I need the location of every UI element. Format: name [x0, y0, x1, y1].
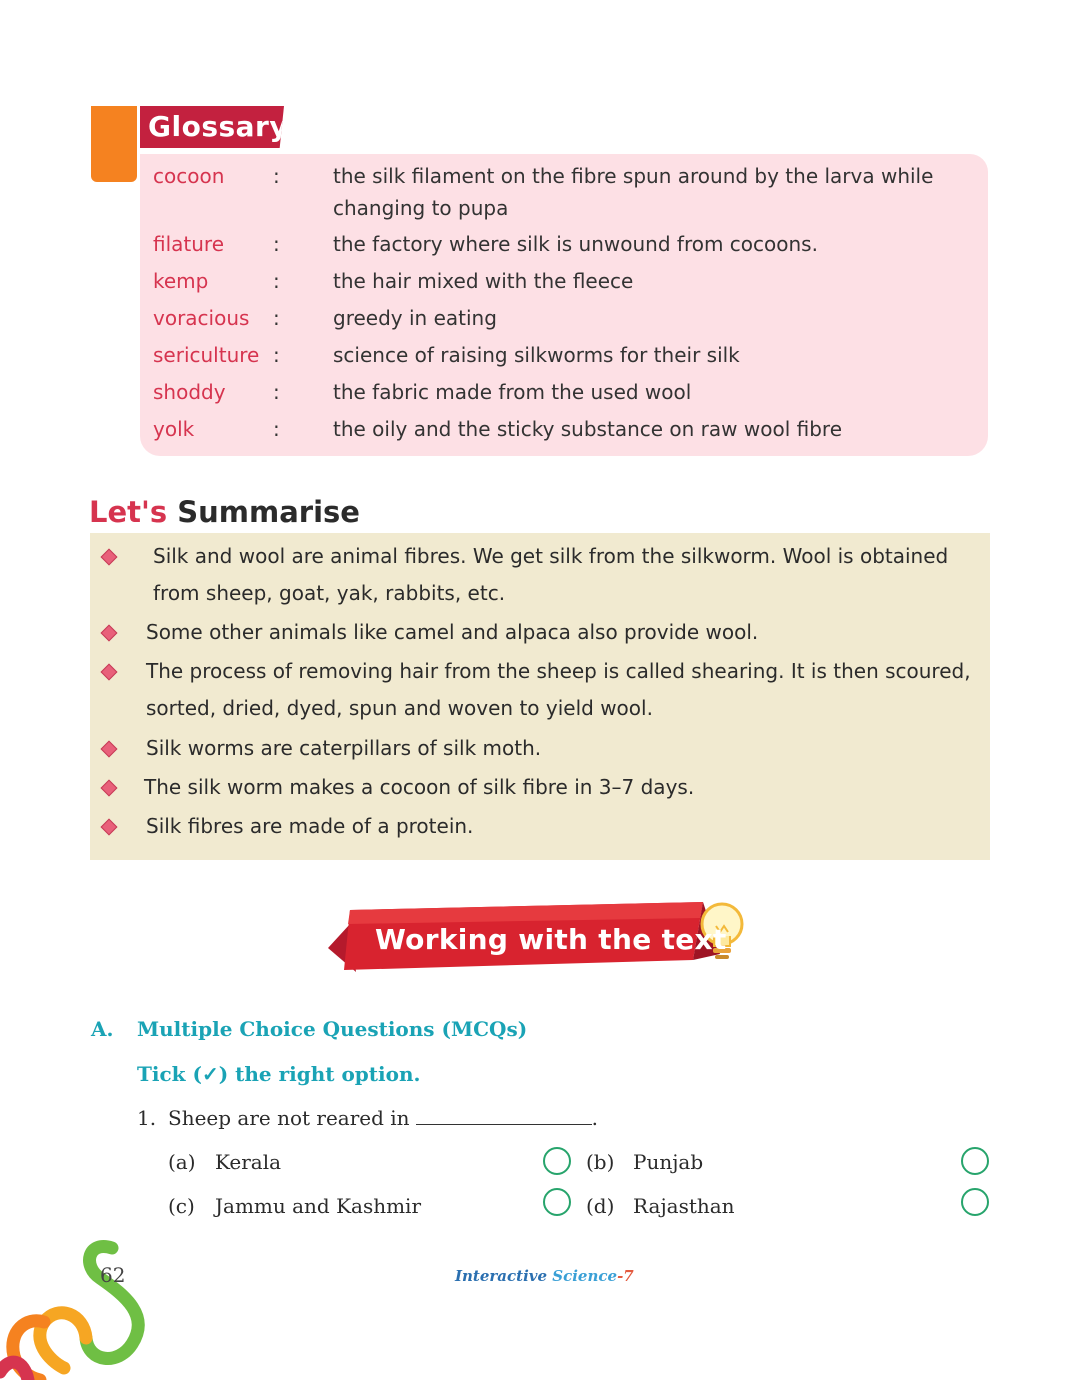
option-key: (d) — [586, 1194, 615, 1218]
answer-blank — [415, 1106, 592, 1125]
summary-point: Silk and wool are animal fibres. We get … — [153, 544, 949, 605]
summary-point: The process of removing hair from the sh… — [146, 659, 971, 720]
summary-heading-summarise: Summarise — [177, 495, 360, 529]
option-label: Kerala — [215, 1150, 282, 1174]
book-title-part2: Science — [547, 1267, 618, 1285]
option-label: Jammu and Kashmir — [215, 1194, 422, 1218]
question-stem: Sheep are not reared in — [168, 1106, 410, 1130]
glossary-term: shoddy — [153, 380, 226, 404]
summary-point: Silk fibres are made of a protein. — [146, 814, 474, 838]
glossary-definition: science of raising silkworms for their s… — [333, 343, 740, 367]
glossary-tab-decoration — [91, 106, 137, 182]
banner-title: Working with the text — [375, 923, 727, 956]
glossary-definition: the hair mixed with the fleece — [333, 269, 634, 293]
glossary-separator: : — [273, 269, 280, 293]
section-title: Multiple Choice Questions (MCQs) — [137, 1017, 528, 1041]
section-letter: A. — [91, 1017, 114, 1041]
glossary-separator: : — [273, 306, 280, 330]
glossary-term: voracious — [153, 306, 250, 330]
book-title-part1: Interactive — [455, 1267, 548, 1285]
option-c-checkbox[interactable] — [543, 1188, 571, 1216]
glossary-definition: the factory where silk is unwound from c… — [333, 232, 818, 256]
mcq-instruction: Tick (✓) the right option. — [137, 1062, 421, 1086]
option-label: Rajasthan — [633, 1194, 735, 1218]
glossary-separator: : — [273, 164, 280, 188]
glossary-definition: greedy in eating — [333, 306, 497, 330]
glossary-separator: : — [273, 232, 280, 256]
option-a-checkbox[interactable] — [543, 1147, 571, 1175]
option-key: (a) — [168, 1150, 196, 1174]
glossary-term: filature — [153, 232, 225, 256]
glossary-separator: : — [273, 380, 280, 404]
book-title-part3: -7 — [617, 1267, 634, 1285]
glossary-separator: : — [273, 417, 280, 441]
book-title: Interactive Science-7 — [455, 1265, 634, 1287]
glossary-definition: the fabric made from the used wool — [333, 380, 692, 404]
option-b-checkbox[interactable] — [961, 1147, 989, 1175]
option-d-checkbox[interactable] — [961, 1188, 989, 1216]
summary-point: Some other animals like camel and alpaca… — [146, 620, 759, 644]
question-number: 1. — [137, 1106, 157, 1130]
summary-heading-lets: Let's — [89, 495, 168, 529]
glossary-title: Glossary — [140, 106, 284, 148]
option-key: (b) — [586, 1150, 615, 1174]
summary-heading: Let's Summarise — [89, 492, 360, 532]
question-text: Sheep are not reared in. — [168, 1103, 598, 1133]
option-key: (c) — [168, 1194, 195, 1218]
glossary-definition: the oily and the sticky substance on raw… — [333, 417, 842, 441]
page-number: 62 — [100, 1263, 126, 1287]
summary-point: The silk worm makes a cocoon of silk fib… — [144, 775, 695, 799]
glossary-term: cocoon — [153, 164, 225, 188]
question-end: . — [591, 1106, 598, 1130]
glossary-separator: : — [273, 343, 280, 367]
decorative-swirl-icon — [0, 1240, 145, 1380]
glossary-term: kemp — [153, 269, 209, 293]
summary-point: Silk worms are caterpillars of silk moth… — [146, 736, 542, 760]
glossary-definition: the silk filament on the fibre spun arou… — [333, 164, 934, 220]
glossary-term: sericulture — [153, 343, 260, 367]
option-label: Punjab — [633, 1150, 704, 1174]
glossary-term: yolk — [153, 417, 195, 441]
